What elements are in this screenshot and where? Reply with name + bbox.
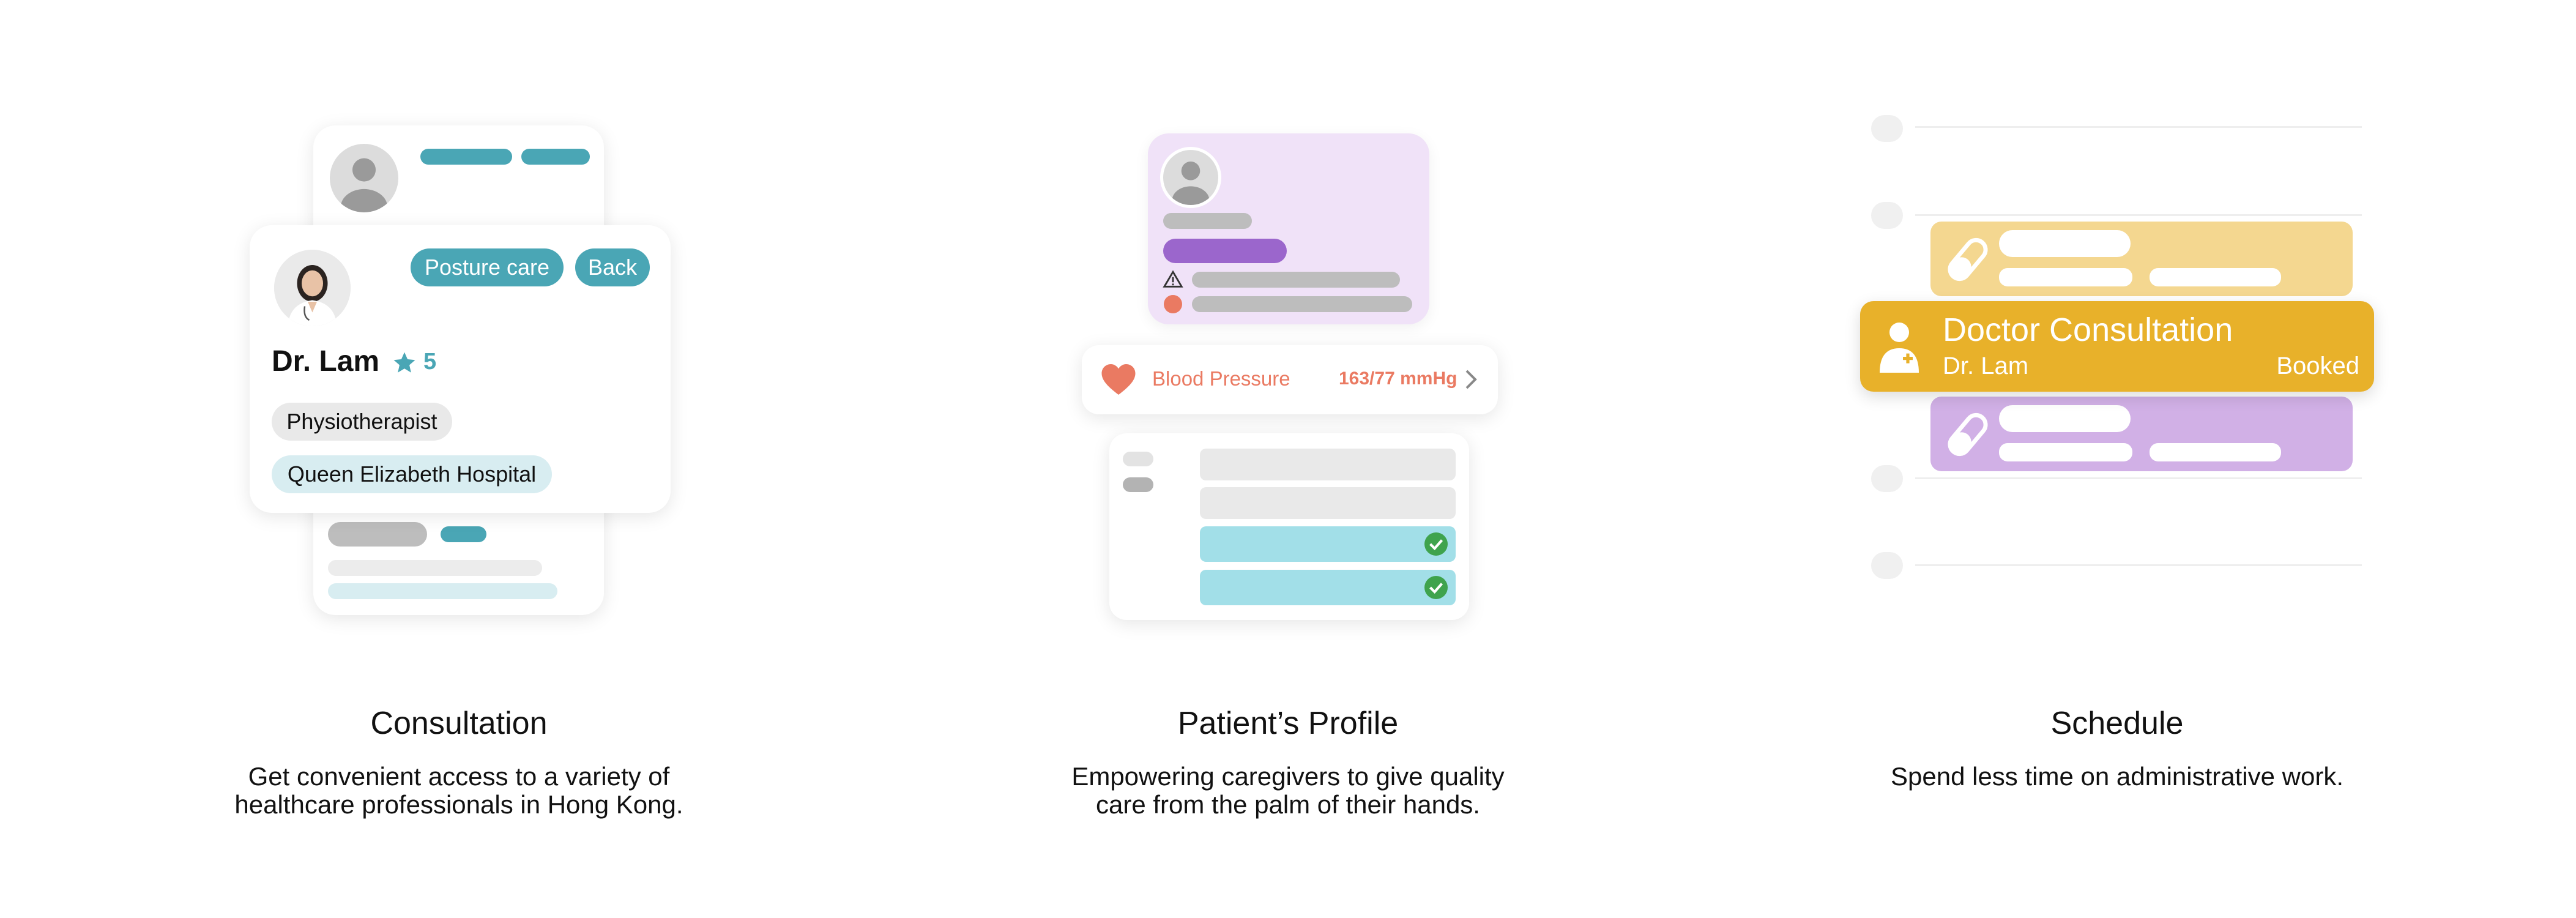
task-checklist-card[interactable] bbox=[1109, 433, 1469, 620]
patient-avatar bbox=[1160, 147, 1221, 208]
placeholder-bar bbox=[1123, 477, 1153, 492]
timeline-line bbox=[1915, 477, 2362, 479]
placeholder-bar bbox=[1163, 213, 1252, 229]
timeline-line bbox=[1915, 214, 2362, 216]
timeline-dot bbox=[1871, 552, 1903, 579]
task-row[interactable] bbox=[1200, 449, 1456, 480]
specialty-badge: Physiotherapist bbox=[272, 403, 452, 441]
placeholder-bar bbox=[328, 522, 427, 547]
hospital-badge: Queen Elizabeth Hospital bbox=[272, 455, 552, 493]
timeline-dot bbox=[1871, 115, 1903, 142]
placeholder-bar bbox=[441, 526, 486, 542]
doctor-name: Dr. Lam bbox=[272, 345, 380, 378]
check-icon bbox=[1424, 532, 1448, 556]
avatar bbox=[330, 144, 398, 212]
task-row[interactable] bbox=[1200, 487, 1456, 519]
check-icon bbox=[1424, 576, 1448, 599]
caption-description-line1: Get convenient access to a variety of bbox=[248, 762, 670, 791]
medication-event[interactable] bbox=[1930, 222, 2353, 296]
blood-pressure-row[interactable]: Blood Pressure 163/77 mmHg bbox=[1082, 345, 1498, 414]
doctor-card[interactable]: Posture care Back Dr. Lam 5 Physiotherap… bbox=[250, 225, 671, 513]
caption-title: Patient’s Profile bbox=[1177, 706, 1399, 741]
caption-title: Consultation bbox=[370, 706, 548, 741]
placeholder-bar bbox=[1192, 296, 1412, 312]
placeholder-bar bbox=[1123, 452, 1153, 466]
placeholder-bar bbox=[1163, 239, 1287, 263]
placeholder-bar bbox=[1999, 268, 2132, 286]
tag-posture-care[interactable]: Posture care bbox=[411, 248, 564, 286]
caption-description-line1: Spend less time on administrative work. bbox=[1891, 762, 2343, 791]
timeline-line bbox=[1915, 126, 2362, 128]
vital-value: 163/77 mmHg bbox=[1339, 368, 1457, 389]
placeholder-bar bbox=[1192, 272, 1400, 288]
heart-icon bbox=[1100, 362, 1137, 397]
task-row-completed[interactable] bbox=[1200, 570, 1456, 605]
event-status: Booked bbox=[2276, 353, 2359, 379]
timeline-dot bbox=[1871, 202, 1903, 229]
placeholder-bar bbox=[1999, 230, 2131, 257]
doctor-avatar bbox=[274, 250, 351, 326]
chevron-right-icon[interactable] bbox=[1462, 368, 1478, 390]
timeline-dot bbox=[1871, 465, 1903, 492]
pill-icon bbox=[1946, 410, 1989, 459]
event-doctor: Dr. Lam bbox=[1943, 353, 2029, 379]
task-row-completed[interactable] bbox=[1200, 526, 1456, 562]
medication-event[interactable] bbox=[1930, 397, 2353, 471]
pill-icon bbox=[1946, 235, 1989, 284]
vital-label: Blood Pressure bbox=[1152, 367, 1290, 390]
tag-back[interactable]: Back bbox=[575, 248, 650, 286]
caption-title: Schedule bbox=[2050, 706, 2184, 741]
placeholder-bar bbox=[1999, 443, 2132, 461]
placeholder-bar bbox=[328, 583, 557, 599]
caption-description-line1: Empowering caregivers to give quality bbox=[1071, 762, 1505, 791]
warning-icon bbox=[1163, 269, 1183, 290]
caption-description-line2: healthcare professionals in Hong Kong. bbox=[234, 790, 683, 819]
rating-value: 5 bbox=[423, 349, 437, 375]
placeholder-bar bbox=[2150, 443, 2281, 461]
placeholder-bar bbox=[420, 149, 512, 165]
doctor-icon bbox=[1875, 318, 1924, 373]
placeholder-bar bbox=[521, 149, 590, 165]
event-title: Doctor Consultation bbox=[1943, 312, 2233, 348]
caption-description-line2: care from the palm of their hands. bbox=[1096, 790, 1480, 819]
timeline-line bbox=[1915, 564, 2362, 566]
placeholder-bar bbox=[328, 560, 542, 576]
placeholder-bar bbox=[1999, 405, 2131, 432]
doctor-consultation-event[interactable]: Doctor Consultation Dr. Lam Booked bbox=[1860, 301, 2374, 392]
star-icon bbox=[392, 350, 417, 376]
patient-card[interactable] bbox=[1148, 133, 1429, 324]
alert-dot-icon bbox=[1164, 295, 1182, 313]
placeholder-bar bbox=[2150, 268, 2281, 286]
